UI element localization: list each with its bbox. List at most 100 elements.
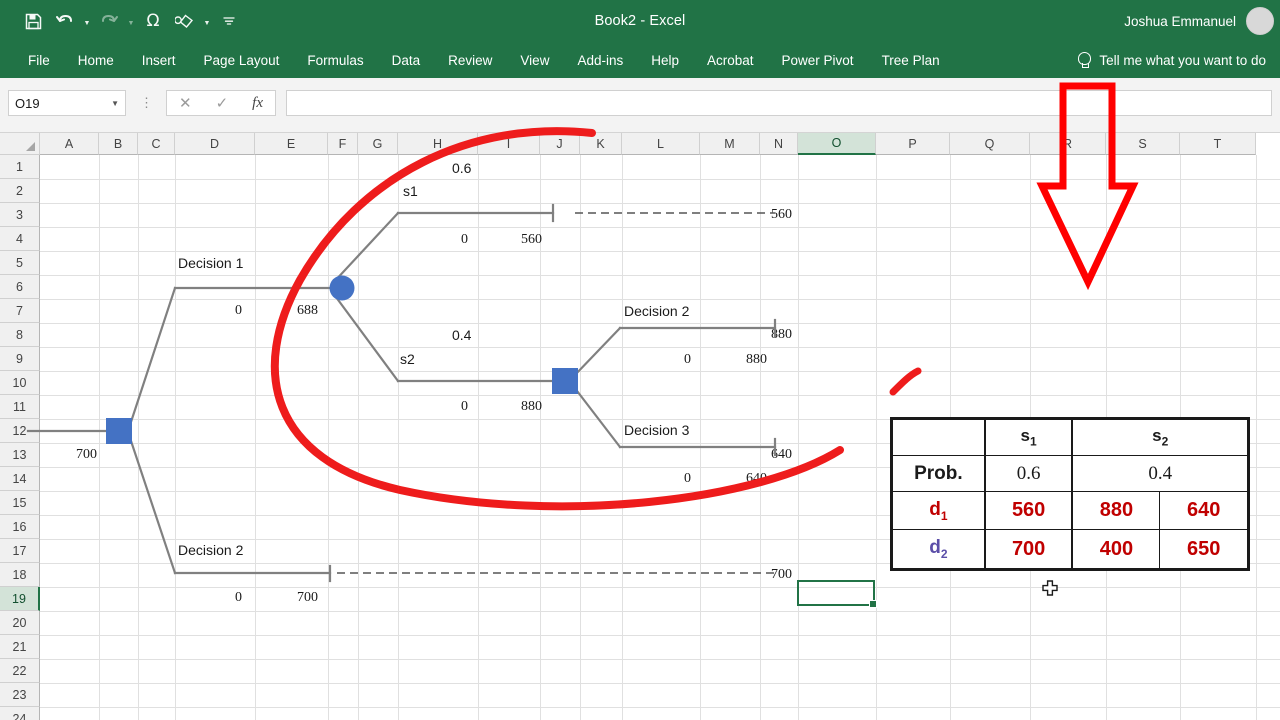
title-bar: Book2 - Excel ▼ ▼ Ω ▼ Joshua Emmanuel xyxy=(0,0,1280,42)
formula-bar-expand-handle[interactable]: ⋮ xyxy=(140,95,153,111)
row-header-1[interactable]: 1 xyxy=(0,155,40,179)
selected-cell-O19[interactable] xyxy=(797,580,877,608)
tab-insert[interactable]: Insert xyxy=(128,42,190,78)
column-header-P[interactable]: P xyxy=(876,133,950,155)
tab-help[interactable]: Help xyxy=(637,42,693,78)
tab-acrobat[interactable]: Acrobat xyxy=(693,42,768,78)
undo-dropdown-icon[interactable]: ▼ xyxy=(82,6,92,36)
shapes-icon[interactable] xyxy=(170,6,200,36)
redo-icon[interactable] xyxy=(94,6,124,36)
column-header-E[interactable]: E xyxy=(255,133,328,155)
tree-label-0-6: 0.6 xyxy=(452,160,472,176)
tree-label-decision-1: Decision 1 xyxy=(178,255,244,271)
column-header-L[interactable]: L xyxy=(622,133,700,155)
symbol-icon[interactable]: Ω xyxy=(138,6,168,36)
tab-data[interactable]: Data xyxy=(378,42,435,78)
gridline-horizontal xyxy=(40,323,1280,324)
row-header-7[interactable]: 7 xyxy=(0,299,40,323)
redo-dropdown-icon[interactable]: ▼ xyxy=(126,6,136,36)
row-header-16[interactable]: 16 xyxy=(0,515,40,539)
select-all-corner[interactable] xyxy=(0,133,40,155)
save-icon[interactable] xyxy=(18,6,48,36)
tree-value-11: 0 xyxy=(235,590,242,605)
gridline-horizontal xyxy=(40,299,1280,300)
state-header-s1: s1 xyxy=(984,418,1074,457)
row-header-8[interactable]: 8 xyxy=(0,323,40,347)
gridline-horizontal xyxy=(40,275,1280,276)
tree-value-10: 640 xyxy=(746,471,767,486)
column-header-T[interactable]: T xyxy=(1180,133,1256,155)
column-header-A[interactable]: A xyxy=(40,133,99,155)
table-header-row: s1 s2 xyxy=(891,418,1249,457)
column-header-I[interactable]: I xyxy=(478,133,540,155)
tab-file[interactable]: File xyxy=(14,42,64,78)
column-header-B[interactable]: B xyxy=(99,133,138,155)
name-box[interactable]: O19 ▼ xyxy=(8,90,126,116)
row-header-5[interactable]: 5 xyxy=(0,251,40,275)
column-header-M[interactable]: M xyxy=(700,133,760,155)
row-header-2[interactable]: 2 xyxy=(0,179,40,203)
tell-me-search[interactable]: Tell me what you want to do xyxy=(1077,42,1266,78)
row-header-21[interactable]: 21 xyxy=(0,635,40,659)
endpoint-value-640-row-13: 640 xyxy=(771,447,792,462)
row-header-9[interactable]: 9 xyxy=(0,347,40,371)
cell-d1-s2b: 640 xyxy=(1159,490,1248,531)
column-header-R[interactable]: R xyxy=(1030,133,1106,155)
tree-value-2: 700 xyxy=(76,447,97,462)
tab-formulas[interactable]: Formulas xyxy=(293,42,377,78)
enter-icon[interactable]: ✓ xyxy=(216,94,229,112)
insert-function-icon[interactable]: fx xyxy=(252,95,263,112)
column-header-O[interactable]: O xyxy=(798,133,876,155)
column-header-G[interactable]: G xyxy=(358,133,398,155)
endpoint-value-560-row-3: 560 xyxy=(771,207,792,222)
gridline-horizontal xyxy=(40,227,1280,228)
column-header-F[interactable]: F xyxy=(328,133,358,155)
row-header-14[interactable]: 14 xyxy=(0,467,40,491)
tree-label-decision-3: Decision 3 xyxy=(624,422,690,438)
shapes-dropdown-icon[interactable]: ▼ xyxy=(202,6,212,36)
customize-quick-access-toolbar-icon[interactable] xyxy=(214,6,244,36)
row-header-18[interactable]: 18 xyxy=(0,563,40,587)
prob-s1: 0.6 xyxy=(984,455,1074,492)
row-header-13[interactable]: 13 xyxy=(0,443,40,467)
row-header-3[interactable]: 3 xyxy=(0,203,40,227)
row-header-24[interactable]: 24 xyxy=(0,707,40,720)
cell-d2-s2b: 650 xyxy=(1159,529,1248,569)
row-header-12[interactable]: 12 xyxy=(0,419,40,443)
column-header-S[interactable]: S xyxy=(1106,133,1180,155)
column-header-N[interactable]: N xyxy=(760,133,798,155)
tab-tree-plan[interactable]: Tree Plan xyxy=(868,42,954,78)
row-header-20[interactable]: 20 xyxy=(0,611,40,635)
row-header-19[interactable]: 19 xyxy=(0,587,40,611)
column-header-C[interactable]: C xyxy=(138,133,175,155)
tab-power-pivot[interactable]: Power Pivot xyxy=(768,42,868,78)
tab-home[interactable]: Home xyxy=(64,42,128,78)
spreadsheet-grid[interactable]: ABCDEFGHIJKLMNOPQRST 1 2 3 4 5 6 7 8 9 10 11 12 13 14… xyxy=(0,133,1280,720)
row-header-22[interactable]: 22 xyxy=(0,659,40,683)
row-header-4[interactable]: 4 xyxy=(0,227,40,251)
column-header-J[interactable]: J xyxy=(540,133,580,155)
avatar[interactable] xyxy=(1246,7,1274,35)
prob-label: Prob. xyxy=(891,455,986,492)
column-header-K[interactable]: K xyxy=(580,133,622,155)
tab-page-layout[interactable]: Page Layout xyxy=(190,42,294,78)
row-header-10[interactable]: 10 xyxy=(0,371,40,395)
account-name[interactable]: Joshua Emmanuel xyxy=(1124,0,1236,42)
row-header-15[interactable]: 15 xyxy=(0,491,40,515)
row-header-6[interactable]: 6 xyxy=(0,275,40,299)
gridline-horizontal xyxy=(40,587,1280,588)
column-header-Q[interactable]: Q xyxy=(950,133,1030,155)
tab-view[interactable]: View xyxy=(506,42,563,78)
column-header-D[interactable]: D xyxy=(175,133,255,155)
row-header-17[interactable]: 17 xyxy=(0,539,40,563)
undo-icon[interactable] xyxy=(50,6,80,36)
tab-review[interactable]: Review xyxy=(434,42,506,78)
formula-input[interactable] xyxy=(286,90,1272,116)
cancel-icon[interactable]: ✕ xyxy=(179,94,192,112)
row-header-23[interactable]: 23 xyxy=(0,683,40,707)
column-header-H[interactable]: H xyxy=(398,133,478,155)
decision-node-root xyxy=(106,418,132,444)
row-header-11[interactable]: 11 xyxy=(0,395,40,419)
tab-add-ins[interactable]: Add-ins xyxy=(563,42,637,78)
chevron-down-icon[interactable]: ▼ xyxy=(111,99,119,108)
